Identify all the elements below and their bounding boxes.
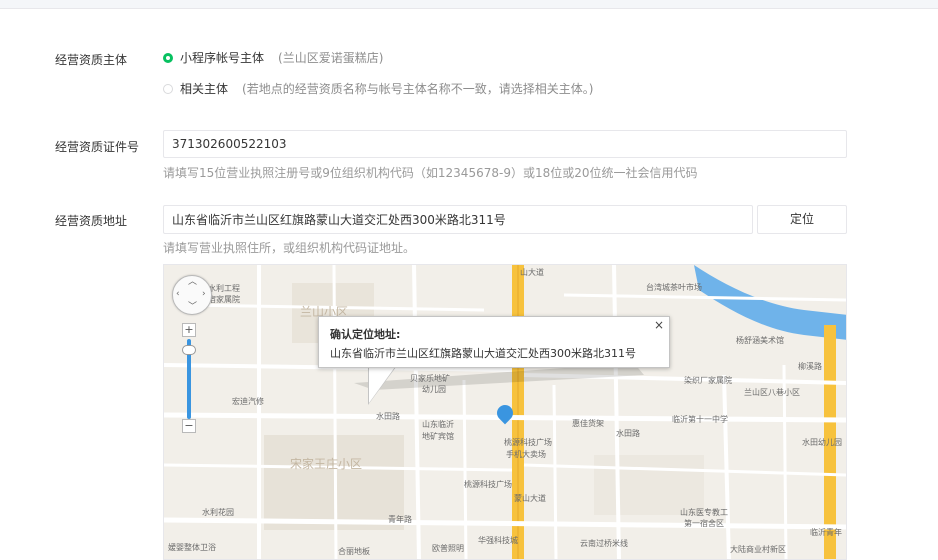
map-label: 大陆商业村新区	[730, 545, 786, 554]
map-label: 水利工程	[208, 284, 240, 293]
map-label: 宿家属院	[208, 295, 240, 304]
map-label: 宋家王庄小区	[290, 457, 363, 471]
map-label: 水田路	[616, 429, 640, 438]
map-label: 青年路	[388, 515, 412, 524]
subject-label: 经营资质主体	[55, 53, 128, 67]
map-zoom-control[interactable]: + −	[182, 323, 196, 435]
map-label: 欧普照明	[432, 544, 464, 553]
address-hint: 请填写营业执照住所，或组织机构代码证地址。	[163, 241, 416, 255]
map-label: 华强科技城	[478, 536, 518, 545]
map-label: 桃源科技广场	[504, 438, 552, 447]
map-label: 山大道	[520, 268, 544, 277]
map-label: 蒙山大道	[514, 494, 546, 503]
option-note: (兰山区爱诺蛋糕店)	[278, 51, 384, 65]
address-input[interactable]	[163, 205, 753, 234]
license-hint: 请填写15位营业执照注册号或9位组织机构代码（如12345678-9）或18位或…	[163, 166, 698, 180]
address-label: 经营资质地址	[55, 214, 128, 228]
map-label: 柳溪路	[798, 362, 822, 371]
map-label: 杨舒涵美术馆	[736, 336, 784, 345]
map-label: 桃源科技广场	[464, 480, 512, 489]
map-label: 水利花园	[202, 508, 234, 517]
map-label: 手机大卖场	[506, 450, 546, 459]
map-pan-control[interactable]: ︿ ‹ › ﹀	[172, 275, 212, 315]
map-label: 山东医专教工	[680, 508, 728, 517]
map-label: 云南过桥米线	[580, 539, 628, 548]
option-label: 相关主体	[180, 82, 229, 96]
map-view[interactable]: 水利工程 宿家属院 兰山小区 台湾城茶叶市场 杨舒涵美术馆 柳溪路 宏迪汽修 贝…	[163, 264, 847, 560]
location-info-window: 确认定位地址: 山东省临沂市兰山区红旗路蒙山大道交汇处西300米路北311号 ×	[318, 316, 670, 368]
map-label: 水田路	[376, 412, 400, 421]
map-label: 染织厂家属院	[684, 376, 732, 385]
map-label: 台湾城茶叶市场	[646, 283, 702, 292]
license-label: 经营资质证件号	[55, 140, 140, 154]
close-icon[interactable]: ×	[654, 318, 664, 332]
option-note: (若地点的经营资质名称与帐号主体名称不一致，请选择相关主体。)	[242, 82, 594, 96]
map-label: 水田幼儿园	[802, 438, 842, 447]
option-label: 小程序帐号主体	[180, 51, 265, 65]
info-title: 确认定位地址:	[330, 328, 401, 341]
pan-up-icon[interactable]: ︿	[188, 278, 197, 287]
map-label: 临沂第十一中学	[672, 415, 728, 424]
map-label: 幼儿园	[422, 385, 446, 394]
map-label: 兰山区八巷小区	[744, 388, 800, 397]
radio-option-account-subject[interactable]: 小程序帐号主体 (兰山区爱诺蛋糕店)	[163, 49, 383, 66]
radio-unchecked-icon[interactable]	[163, 83, 173, 94]
map-label: 宏迪汽修	[232, 397, 264, 406]
zoom-in-button[interactable]: +	[182, 323, 196, 337]
zoom-slider-handle[interactable]	[182, 345, 196, 355]
map-label: 贝家乐地矿	[410, 374, 450, 383]
map-label: 临沂青年	[810, 528, 842, 537]
map-label: 惠佳货架	[572, 419, 604, 428]
map-label: 合丽地板	[338, 547, 370, 556]
radio-option-related-subject[interactable]: 相关主体 (若地点的经营资质名称与帐号主体名称不一致，请选择相关主体。)	[163, 80, 593, 97]
locate-button[interactable]: 定位	[757, 205, 847, 234]
radio-checked-icon[interactable]	[163, 52, 173, 63]
map-label: 嫒婴整体卫浴	[168, 543, 216, 552]
info-window-tail	[369, 367, 395, 403]
pan-right-icon[interactable]: ›	[202, 290, 206, 299]
info-address: 山东省临沂市兰山区红旗路蒙山大道交汇处西300米路北311号	[330, 347, 636, 360]
pan-left-icon[interactable]: ‹	[176, 290, 180, 299]
map-label: 地矿宾馆	[422, 432, 454, 441]
map-label: 山东临沂	[422, 420, 454, 429]
map-label: 第一宿舍区	[684, 519, 724, 528]
pan-down-icon[interactable]: ﹀	[188, 303, 197, 312]
top-bar	[0, 0, 938, 9]
license-number-input[interactable]	[163, 130, 847, 158]
zoom-out-button[interactable]: −	[182, 419, 196, 433]
